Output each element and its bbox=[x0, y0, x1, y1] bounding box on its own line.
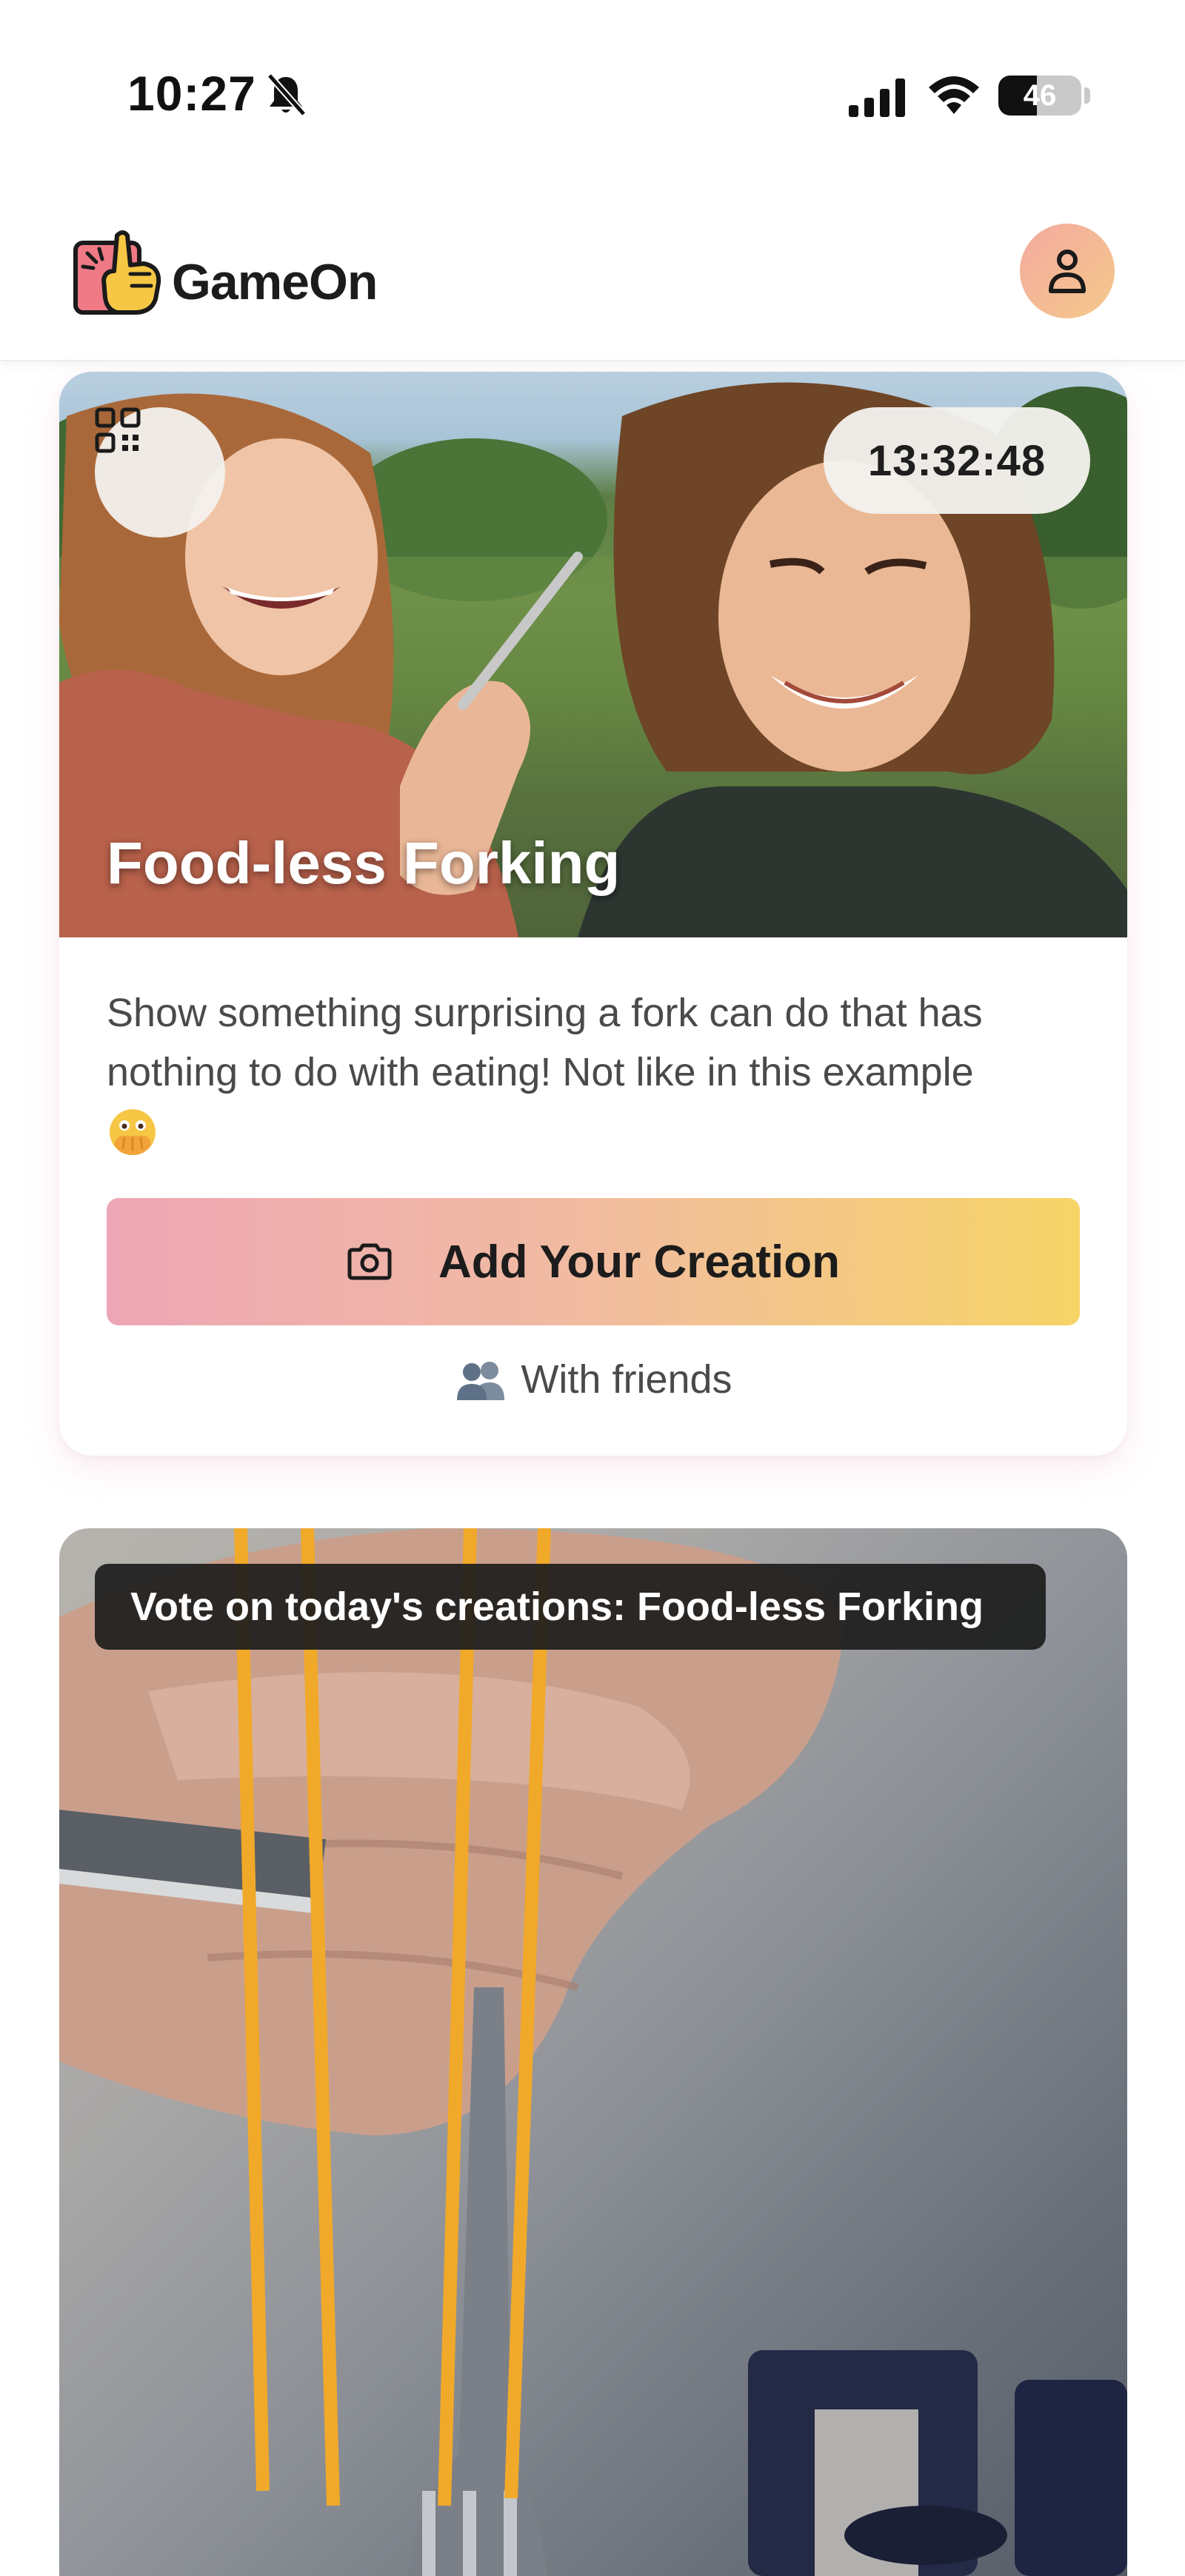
vote-photo bbox=[59, 1528, 1127, 2576]
countdown-timer: 13:32:48 bbox=[824, 407, 1090, 514]
qr-code-icon bbox=[95, 407, 141, 453]
pointing-hand-logo-icon[interactable] bbox=[73, 228, 169, 315]
challenge-hero-image: 13:32:48 Food-less Forking bbox=[59, 372, 1127, 937]
challenge-card: 13:32:48 Food-less Forking Show somethin… bbox=[59, 372, 1127, 1456]
app-name: GameOn bbox=[172, 254, 378, 310]
status-bar: 10:27 46 bbox=[0, 0, 1185, 170]
bell-muted-icon bbox=[267, 73, 307, 116]
person-icon bbox=[1049, 250, 1086, 293]
people-icon bbox=[457, 1362, 505, 1400]
with-friends-link[interactable]: With friends bbox=[59, 1356, 1127, 1402]
camera-icon bbox=[347, 1243, 392, 1280]
status-time: 10:27 bbox=[127, 66, 256, 121]
challenge-title: Food-less Forking bbox=[107, 830, 621, 896]
qr-code-button[interactable] bbox=[95, 407, 225, 538]
cellular-signal-icon bbox=[849, 78, 905, 117]
battery-icon: 46 bbox=[998, 76, 1081, 116]
challenge-description-text: Show something surprising a fork can do … bbox=[107, 991, 983, 1094]
app-header: GameOn bbox=[0, 170, 1185, 361]
profile-button[interactable] bbox=[1020, 224, 1115, 318]
add-creation-label: Add Your Creation bbox=[438, 1236, 840, 1288]
battery-tip bbox=[1084, 87, 1090, 104]
add-creation-button[interactable]: Add Your Creation bbox=[107, 1198, 1080, 1325]
challenge-description: Show something surprising a fork can do … bbox=[107, 983, 1084, 1158]
with-friends-label: With friends bbox=[521, 1357, 732, 1402]
vote-banner: Vote on today's creations: Food-less For… bbox=[95, 1564, 1046, 1650]
battery-level: 46 bbox=[1023, 78, 1057, 112]
face-with-hand-over-mouth-icon bbox=[110, 1109, 156, 1155]
wifi-icon bbox=[929, 76, 979, 114]
vote-card[interactable]: Vote on today's creations: Food-less For… bbox=[59, 1528, 1127, 2576]
